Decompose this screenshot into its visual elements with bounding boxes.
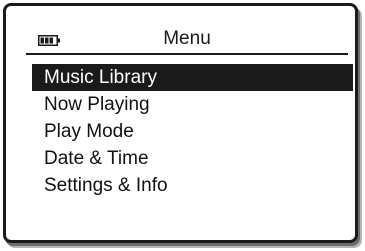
screen-header: Menu [26, 24, 348, 55]
menu-item-settings-info[interactable]: Settings & Info [32, 172, 353, 199]
menu-item-now-playing[interactable]: Now Playing [32, 91, 353, 118]
menu-screen: Menu Music Library Now Playing Play Mode… [6, 6, 355, 240]
page-title: Menu [163, 28, 211, 49]
main-menu: Music Library Now Playing Play Mode Date… [32, 64, 353, 199]
menu-item-music-library[interactable]: Music Library [32, 64, 353, 91]
menu-item-date-time[interactable]: Date & Time [32, 145, 353, 172]
menu-item-play-mode[interactable]: Play Mode [32, 118, 353, 145]
device-frame: Menu Music Library Now Playing Play Mode… [3, 3, 358, 243]
header-divider [26, 53, 348, 55]
